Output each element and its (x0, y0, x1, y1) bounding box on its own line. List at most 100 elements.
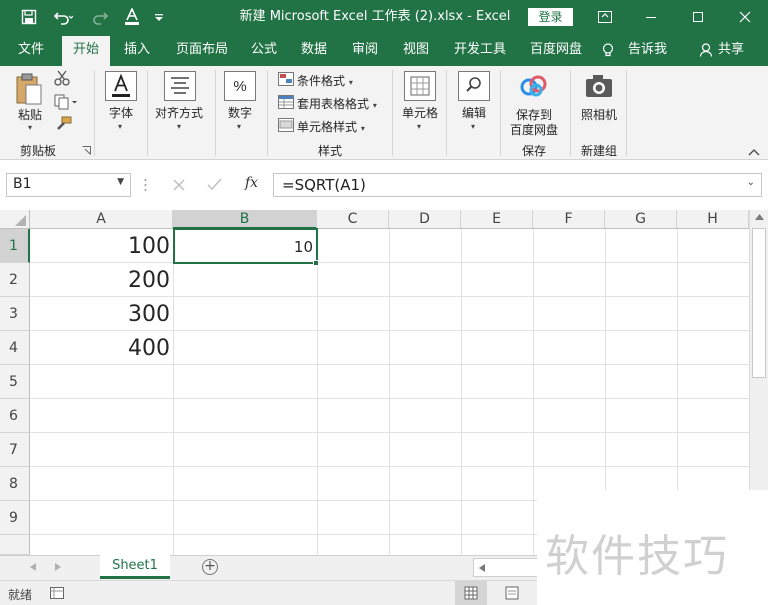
camera-icon[interactable] (584, 74, 614, 98)
name-box-dropdown-icon[interactable]: ▼ (117, 177, 124, 187)
cell-styles-icon[interactable] (278, 118, 294, 132)
alignment-dropdown-icon[interactable]: ▾ (177, 122, 181, 131)
expand-formula-icon[interactable]: ⌄ (747, 177, 755, 188)
column-header-e[interactable]: E (461, 210, 533, 229)
tab-home[interactable]: 开始 (62, 36, 110, 66)
row-header-7[interactable]: 7 (0, 433, 30, 467)
cut-icon[interactable] (54, 70, 70, 86)
save-to-baidu-line2[interactable]: 百度网盘 (510, 121, 558, 138)
ribbon-display-options-icon[interactable] (590, 0, 620, 34)
tab-review[interactable]: 审阅 (352, 34, 378, 66)
tab-baidu-netdisk[interactable]: 百度网盘 (530, 34, 582, 66)
tab-file[interactable]: 文件 (18, 34, 44, 66)
number-label[interactable]: 数字 (228, 104, 252, 121)
cancel-icon[interactable] (173, 179, 185, 191)
prev-sheet-icon[interactable] (30, 563, 36, 571)
tab-insert[interactable]: 插入 (124, 34, 150, 66)
save-icon[interactable] (14, 0, 44, 34)
tab-developer[interactable]: 开发工具 (454, 34, 506, 66)
row-header-2[interactable]: 2 (0, 263, 30, 297)
column-header-c[interactable]: C (317, 210, 389, 229)
cell-a4[interactable]: 400 (30, 334, 170, 364)
tab-view[interactable]: 视图 (403, 34, 429, 66)
paste-dropdown-icon[interactable]: ▾ (28, 123, 32, 132)
number-format-icon[interactable]: % (224, 71, 256, 101)
undo-icon[interactable] (48, 0, 78, 34)
macro-record-icon[interactable] (50, 587, 64, 599)
maximize-icon[interactable] (683, 0, 713, 34)
scroll-up-icon[interactable] (755, 214, 764, 220)
cell-a3[interactable]: 300 (30, 300, 170, 330)
sheet-tab-sheet1[interactable]: Sheet1 (100, 555, 170, 579)
fill-handle[interactable] (313, 260, 319, 266)
font-color-icon[interactable] (120, 0, 144, 34)
horizontal-scrollbar[interactable] (473, 558, 538, 577)
tab-formulas[interactable]: 公式 (251, 34, 277, 66)
row-header-4[interactable]: 4 (0, 331, 30, 365)
alignment-icon[interactable] (164, 71, 196, 101)
login-button[interactable]: 登录 (528, 8, 573, 26)
cell-a2[interactable]: 200 (30, 266, 170, 296)
font-label[interactable]: 字体 (109, 104, 133, 121)
cells-dropdown-icon[interactable]: ▾ (417, 122, 421, 131)
insert-function-icon[interactable]: fx (245, 175, 258, 191)
vertical-scroll-thumb[interactable] (752, 228, 766, 378)
number-dropdown-icon[interactable]: ▾ (237, 122, 241, 131)
select-all-corner[interactable] (0, 210, 30, 229)
row-header-6[interactable]: 6 (0, 399, 30, 433)
page-layout-view-button[interactable] (500, 581, 524, 605)
font-dropdown-icon[interactable]: ▾ (118, 122, 122, 131)
redo-icon[interactable] (86, 0, 116, 34)
add-sheet-icon[interactable]: + (202, 559, 218, 575)
conditional-format-button[interactable]: 条件格式 ▾ (297, 72, 353, 89)
customize-toolbar-icon[interactable] (150, 0, 168, 34)
cell-b1-selected[interactable]: 10 (173, 228, 318, 264)
share-button[interactable]: 共享 (718, 34, 744, 66)
format-as-table-icon[interactable] (278, 95, 294, 109)
column-header-g[interactable]: G (605, 210, 677, 229)
column-header-d[interactable]: D (389, 210, 461, 229)
cells-icon[interactable] (404, 71, 436, 101)
next-sheet-icon[interactable] (55, 563, 61, 571)
cell-a1[interactable]: 100 (30, 232, 170, 262)
name-box[interactable]: B1 ▼ (6, 173, 131, 197)
column-header-b[interactable]: B (173, 210, 317, 229)
row-header-5[interactable]: 5 (0, 365, 30, 399)
row-header-8[interactable]: 8 (0, 467, 30, 501)
cells-label[interactable]: 单元格 (402, 104, 438, 121)
tab-page-layout[interactable]: 页面布局 (176, 34, 228, 66)
close-icon[interactable] (730, 0, 760, 34)
format-as-table-button[interactable]: 套用表格格式 ▾ (297, 95, 377, 112)
minimize-icon[interactable] (636, 0, 666, 34)
clipboard-dialog-launcher-icon[interactable] (82, 146, 91, 155)
cell-styles-button[interactable]: 单元格样式 ▾ (297, 118, 365, 135)
camera-label[interactable]: 照相机 (581, 106, 617, 123)
search-icon[interactable] (458, 71, 490, 101)
formula-bar-grip-icon[interactable] (144, 177, 147, 193)
row-header-1[interactable]: 1 (0, 229, 30, 263)
tell-me-search[interactable]: 告诉我 (628, 34, 667, 66)
row-header-partial[interactable] (0, 535, 30, 555)
normal-view-button[interactable] (455, 581, 487, 605)
formula-input[interactable]: =SQRT(A1) ⌄ (273, 173, 762, 197)
gridline (30, 432, 749, 433)
column-header-a[interactable]: A (30, 210, 173, 229)
paste-label[interactable]: 粘贴 (18, 106, 42, 123)
collapse-ribbon-icon[interactable] (748, 148, 760, 156)
editing-label[interactable]: 编辑 (462, 104, 486, 121)
format-painter-icon[interactable] (54, 116, 72, 132)
row-header-3[interactable]: 3 (0, 297, 30, 331)
alignment-label[interactable]: 对齐方式 (155, 104, 203, 121)
tab-data[interactable]: 数据 (301, 34, 327, 66)
enter-check-icon[interactable] (207, 178, 222, 191)
scroll-left-icon[interactable] (479, 564, 485, 572)
column-header-f[interactable]: F (533, 210, 605, 229)
copy-icon[interactable] (54, 94, 78, 110)
editing-dropdown-icon[interactable]: ▾ (471, 122, 475, 131)
paste-icon[interactable] (14, 72, 44, 106)
conditional-format-icon[interactable] (278, 72, 294, 86)
baidu-cloud-icon[interactable] (519, 74, 549, 98)
row-header-9[interactable]: 9 (0, 501, 30, 535)
font-icon[interactable] (105, 71, 137, 101)
column-header-h[interactable]: H (677, 210, 749, 229)
